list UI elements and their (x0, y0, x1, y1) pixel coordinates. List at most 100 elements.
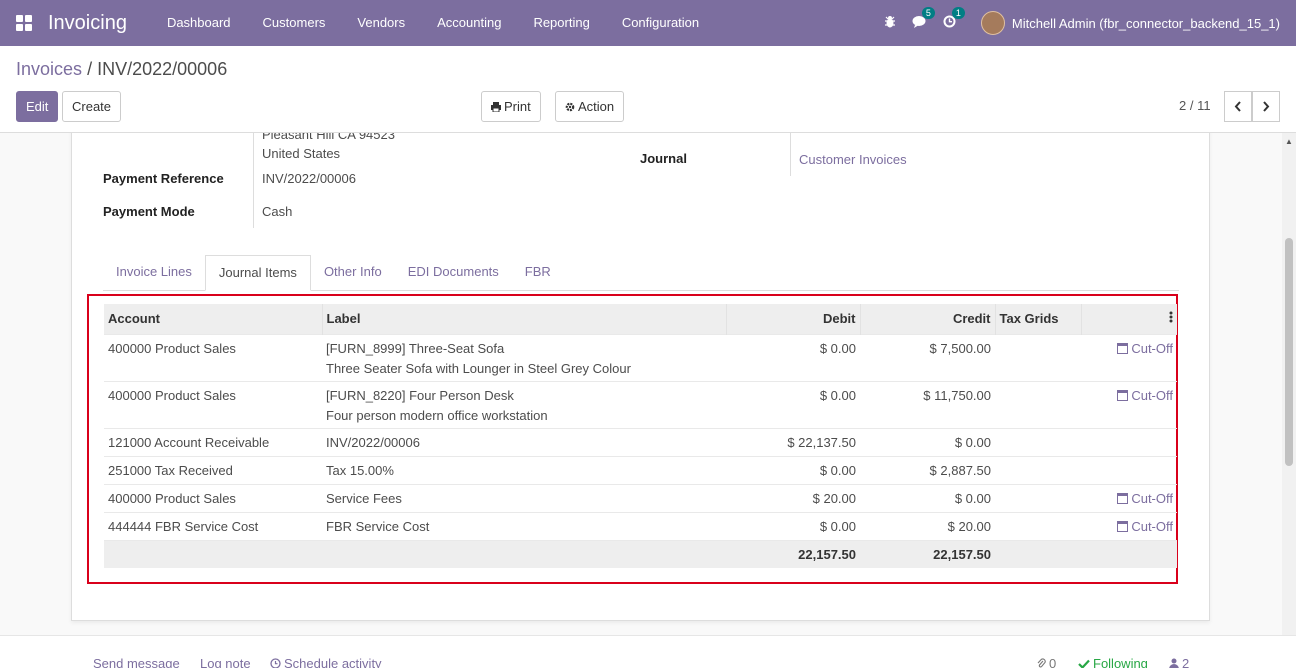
user-menu[interactable]: Mitchell Admin (fbr_connector_backend_15… (980, 11, 1280, 35)
tab-journal-items[interactable]: Journal Items (204, 255, 311, 291)
bug-icon[interactable] (875, 15, 905, 31)
table-row[interactable]: 251000 Tax Received Tax 15.00% $ 0.00 $ … (104, 455, 1177, 484)
cutoff-label: Cut-Off (1131, 518, 1173, 534)
tab-fbr[interactable]: FBR (512, 255, 564, 290)
following-label: Following (1093, 656, 1148, 668)
scroll-thumb[interactable] (1285, 238, 1293, 466)
apps-menu-icon[interactable] (16, 15, 32, 31)
pager-next-button[interactable] (1252, 91, 1280, 122)
total-empty-cell (1081, 539, 1177, 568)
credit-cell: $ 11,750.00 (860, 380, 995, 428)
label-cell: FBR Service Cost (322, 511, 726, 540)
column-header-debit[interactable]: Debit (725, 304, 860, 334)
debit-cell: $ 20.00 (726, 483, 860, 512)
debit-cell: $ 22,137.50 (726, 427, 860, 456)
page-scrollbar[interactable]: ▲ (1282, 133, 1296, 635)
column-header-credit[interactable]: Credit (859, 304, 995, 334)
table-row[interactable]: 400000 Product Sales [FURN_8220] Four Pe… (104, 380, 1177, 428)
following-button[interactable]: Following (1078, 656, 1148, 668)
cutoff-button[interactable]: Cut-Off (1117, 491, 1173, 506)
breadcrumb-invoices-link[interactable]: Invoices (16, 59, 82, 79)
schedule-activity-button[interactable]: Schedule activity (270, 656, 382, 668)
tax-grids-cell (995, 483, 1081, 512)
paperclip-icon (1037, 658, 1046, 668)
chatter: Send message Log note Schedule activity … (0, 635, 1296, 668)
action-button[interactable]: Action (555, 91, 625, 122)
edit-button[interactable]: Edit (16, 91, 59, 122)
account-cell: 444444 FBR Service Cost (104, 511, 322, 540)
column-header-label[interactable]: Label (321, 304, 726, 334)
print-label: Print (504, 99, 531, 114)
label-cell: INV/2022/00006 (322, 427, 726, 456)
debit-cell: $ 0.00 (726, 333, 860, 381)
cutoff-button[interactable]: Cut-Off (1117, 341, 1173, 356)
print-icon (491, 101, 501, 112)
credit-cell: $ 0.00 (860, 427, 995, 456)
send-message-button[interactable]: Send message (93, 656, 180, 668)
label-description: Four person modern office workstation (326, 407, 548, 423)
messages-badge: 5 (921, 7, 935, 19)
menu-reporting[interactable]: Reporting (517, 0, 605, 46)
user-icon (1169, 658, 1179, 668)
messages-icon[interactable]: 5 (905, 7, 935, 31)
app-title[interactable]: Invoicing (48, 12, 127, 35)
pager-previous-button[interactable] (1224, 91, 1252, 122)
tab-other-info[interactable]: Other Info (311, 255, 395, 290)
label-cell: Tax 15.00% (322, 455, 726, 484)
breadcrumb-current: INV/2022/00006 (97, 59, 228, 79)
label-description: Three Seater Sofa with Lounger in Steel … (326, 360, 631, 376)
cutoff-cell: Cut-Off (1081, 333, 1177, 381)
cutoff-button[interactable]: Cut-Off (1117, 519, 1173, 534)
table-row[interactable]: 444444 FBR Service Cost FBR Service Cost… (104, 511, 1177, 540)
activities-badge: 1 (951, 7, 965, 19)
payment-mode-label: Payment Mode (103, 204, 195, 219)
optional-columns-toggle[interactable] (1080, 304, 1177, 334)
gear-icon (565, 102, 575, 111)
table-row[interactable]: 400000 Product Sales Service Fees $ 20.0… (104, 483, 1177, 512)
calendar-icon (1117, 520, 1129, 532)
table-row[interactable]: 400000 Product Sales [FURN_8999] Three-S… (104, 333, 1177, 381)
divider (253, 133, 254, 228)
create-button[interactable]: Create (62, 91, 122, 122)
payment-mode-value: Cash (262, 204, 293, 219)
log-note-button[interactable]: Log note (200, 656, 251, 668)
cutoff-label: Cut-Off (1131, 490, 1173, 506)
scroll-up-icon[interactable]: ▲ (1285, 137, 1293, 146)
debit-cell: $ 0.00 (726, 380, 860, 428)
label-text: [FURN_8999] Three-Seat Sofa (326, 340, 505, 356)
menu-dashboard[interactable]: Dashboard (151, 0, 247, 46)
pager-value[interactable]: 2 / 11 (1179, 98, 1211, 113)
cutoff-label: Cut-Off (1131, 340, 1173, 356)
followers-button[interactable]: 2 (1169, 656, 1189, 668)
followers-count: 2 (1182, 656, 1190, 668)
activity-clock-icon[interactable]: 1 (935, 7, 965, 31)
totals-row: 22,157.50 22,157.50 (104, 539, 1177, 568)
partner-address-line2: United States (262, 146, 341, 161)
calendar-icon (1117, 492, 1129, 504)
total-empty-cell (104, 539, 322, 568)
avatar (980, 11, 1005, 35)
payment-reference-value: INV/2022/00006 (262, 171, 356, 186)
column-header-account[interactable]: Account (104, 304, 322, 334)
tax-grids-cell (995, 511, 1081, 540)
account-cell: 121000 Account Receivable (104, 427, 322, 456)
column-header-tax-grids[interactable]: Tax Grids (994, 304, 1081, 334)
attachments-count: 0 (1049, 656, 1057, 668)
calendar-icon (1117, 389, 1129, 401)
attachments-button[interactable]: 0 (1037, 656, 1056, 668)
menu-configuration[interactable]: Configuration (606, 0, 715, 46)
menu-customers[interactable]: Customers (247, 0, 342, 46)
cutoff-button[interactable]: Cut-Off (1117, 388, 1173, 403)
cutoff-cell (1081, 455, 1177, 484)
table-row[interactable]: 121000 Account Receivable INV/2022/00006… (104, 427, 1177, 456)
credit-cell: $ 0.00 (860, 483, 995, 512)
cutoff-cell: Cut-Off (1081, 511, 1177, 540)
cutoff-cell: Cut-Off (1081, 483, 1177, 512)
cutoff-cell (1081, 427, 1177, 456)
menu-vendors[interactable]: Vendors (341, 0, 421, 46)
journal-link[interactable]: Customer Invoices (799, 152, 907, 167)
print-button[interactable]: Print (481, 91, 541, 122)
tab-edi-documents[interactable]: EDI Documents (395, 255, 512, 290)
menu-accounting[interactable]: Accounting (421, 0, 517, 46)
tab-invoice-lines[interactable]: Invoice Lines (103, 255, 205, 290)
